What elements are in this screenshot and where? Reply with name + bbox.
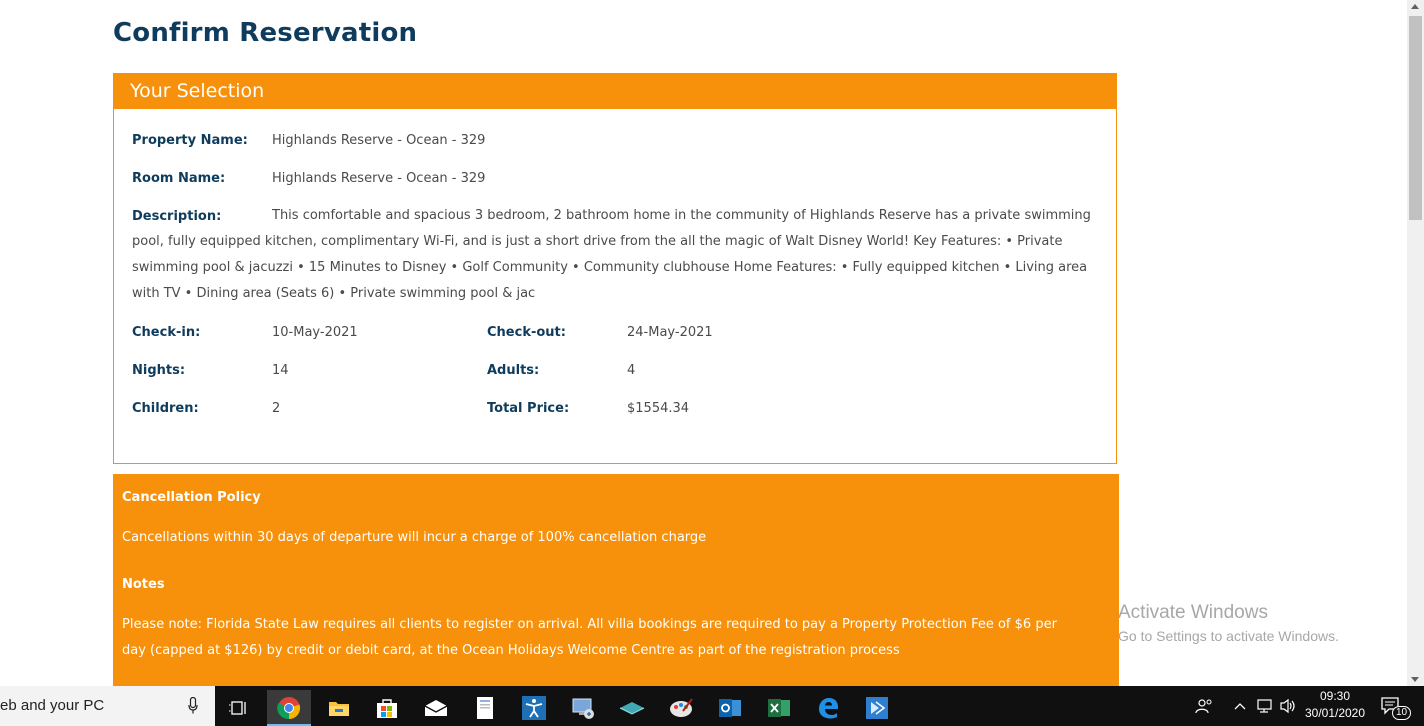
checkout-label: Check-out: <box>487 325 566 340</box>
property-name-label: Property Name: <box>132 133 248 148</box>
checkin-value: 10-May-2021 <box>272 325 358 340</box>
file-explorer-icon[interactable] <box>317 690 361 726</box>
notifications-icon[interactable]: 10 <box>1380 686 1412 726</box>
checkout-value: 24-May-2021 <box>627 325 713 340</box>
mail-icon[interactable] <box>414 690 458 726</box>
taskbar-search-box[interactable]: eb and your PC <box>0 686 215 726</box>
property-name-value: Highlands Reserve - Ocean - 329 <box>272 133 486 148</box>
notification-count-badge: 10 <box>1392 706 1412 720</box>
scroll-up-icon[interactable] <box>1411 4 1419 9</box>
outlook-icon[interactable] <box>708 690 752 726</box>
chevron-up-icon[interactable] <box>1233 686 1247 726</box>
nights-label: Nights: <box>132 363 186 378</box>
total-price-value: $1554.34 <box>627 401 690 416</box>
task-view-icon[interactable] <box>217 690 261 726</box>
network-icon[interactable] <box>1255 686 1273 726</box>
page-title: Confirm Reservation <box>113 18 418 48</box>
selection-card: Your Selection Property Name: Highlands … <box>113 73 1117 464</box>
room-name-value: Highlands Reserve - Ocean - 329 <box>272 171 486 186</box>
vertical-scrollbar[interactable] <box>1407 0 1424 686</box>
cancellation-policy-title: Cancellation Policy <box>122 490 261 505</box>
taskbar: eb and your PC 09:30 30/01/2020 10 <box>0 686 1424 726</box>
accessibility-icon[interactable] <box>512 690 556 726</box>
room-name-label: Room Name: <box>132 171 226 186</box>
store-icon[interactable] <box>365 690 409 726</box>
notes-text: Please note: Florida State Law requires … <box>122 617 1057 658</box>
scroll-thumb[interactable] <box>1409 16 1422 220</box>
cancellation-policy-text: Cancellations within 30 days of departur… <box>122 530 707 545</box>
powerautomate-icon[interactable] <box>855 690 899 726</box>
scroll-down-icon[interactable] <box>1411 677 1419 682</box>
clock-time: 09:30 <box>1319 689 1351 703</box>
people-icon[interactable] <box>1195 686 1213 726</box>
paint-icon[interactable] <box>659 690 703 726</box>
children-value: 2 <box>272 401 281 416</box>
chrome-icon[interactable] <box>267 690 311 726</box>
excel-icon[interactable] <box>757 690 801 726</box>
policy-panel: Cancellation Policy Cancellations within… <box>113 474 1119 686</box>
selection-header: Your Selection <box>114 74 1116 109</box>
clock-date: 30/01/2020 <box>1304 706 1366 720</box>
activate-windows-title: Activate Windows <box>1118 602 1268 623</box>
taskbar-search-text: eb and your PC <box>0 697 105 714</box>
total-price-label: Total Price: <box>487 401 570 416</box>
taskbar-clock[interactable]: 09:30 30/01/2020 <box>1300 688 1370 722</box>
activate-windows-subtitle: Go to Settings to activate Windows. <box>1118 628 1339 644</box>
remote-desktop-icon[interactable] <box>561 690 605 726</box>
notes-title: Notes <box>122 577 165 592</box>
children-label: Children: <box>132 401 199 416</box>
layers-icon[interactable] <box>610 690 654 726</box>
description-text: This comfortable and spacious 3 bedroom,… <box>132 208 1091 301</box>
adults-value: 4 <box>627 363 636 378</box>
nights-value: 14 <box>272 363 289 378</box>
document-icon[interactable] <box>463 690 507 726</box>
edge-icon[interactable] <box>806 690 850 726</box>
adults-label: Adults: <box>487 363 540 378</box>
microphone-icon[interactable] <box>188 697 198 714</box>
checkin-label: Check-in: <box>132 325 201 340</box>
volume-icon[interactable] <box>1279 686 1297 726</box>
